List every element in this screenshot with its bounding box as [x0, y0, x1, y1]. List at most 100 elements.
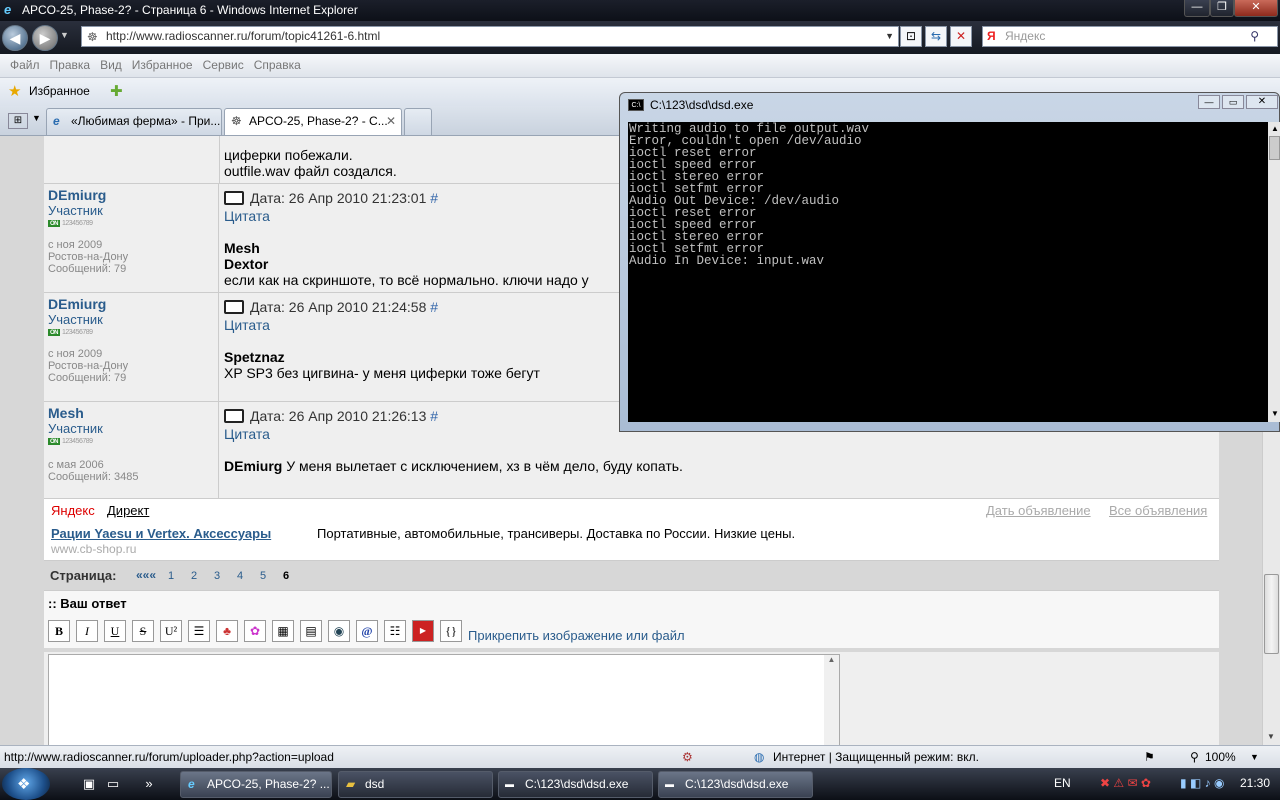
favorites-button[interactable]: Избранное [29, 84, 90, 98]
console-minimize-button[interactable]: — [1198, 95, 1220, 109]
forward-button[interactable]: ▶ [32, 25, 58, 51]
menu-view[interactable]: Вид [95, 54, 127, 77]
console-scroll-thumb[interactable] [1269, 136, 1280, 160]
globe-icon: ◍ [754, 750, 765, 764]
security-icon[interactable]: ⚑ [1144, 746, 1155, 768]
highlight-icon[interactable]: ✿ [244, 620, 266, 642]
yandex-label[interactable]: Яндекс [51, 503, 95, 518]
strike-button[interactable]: S [132, 620, 154, 642]
task-ie[interactable]: e APCO-25, Phase-2? ... [180, 771, 332, 798]
yandex-icon: Я [987, 29, 996, 43]
add-favorite-icon[interactable]: ✚ [110, 82, 123, 100]
console-scroll-down-icon[interactable]: ▼ [1271, 409, 1279, 418]
task-console-1[interactable]: ▬ C:\123\dsd\dsd.exe [498, 771, 653, 798]
search-placeholder: Яндекс [1005, 29, 1046, 43]
zoom-dropdown-icon[interactable]: ▼ [1250, 746, 1259, 768]
show-desktop-icon[interactable]: ▣ [76, 773, 102, 795]
menu-favorites[interactable]: Избранное [127, 54, 198, 77]
windows-logo-icon: ❖ [17, 776, 31, 793]
direct-link[interactable]: Директ [107, 503, 149, 518]
all-ads-link[interactable]: Все объявления [1109, 503, 1207, 518]
compat-view-icon[interactable]: ⊡ [900, 26, 922, 47]
first-page-link[interactable]: ««« [136, 568, 156, 582]
menu-tools[interactable]: Сервис [198, 54, 249, 77]
reply-textarea[interactable] [48, 654, 840, 745]
scroll-down-icon[interactable]: ▼ [1267, 732, 1275, 741]
console-scrollbar[interactable]: ▲ ▼ [1268, 122, 1280, 422]
menu-edit[interactable]: Правка [45, 54, 96, 77]
menu-help[interactable]: Справка [249, 54, 306, 77]
search-icon[interactable]: ⚲ [1250, 27, 1259, 46]
quote-link[interactable]: Цитата [224, 426, 270, 442]
align-icon[interactable]: ☰ [188, 620, 210, 642]
page-link-3[interactable]: 3 [214, 570, 220, 582]
italic-button[interactable]: I [76, 620, 98, 642]
console-close-button[interactable]: ✕ [1246, 95, 1278, 109]
scrollbar-thumb[interactable] [1264, 574, 1279, 654]
tab-list-icon[interactable]: ▼ [32, 113, 41, 123]
task-folder[interactable]: ▰ dsd [338, 771, 493, 798]
quote-link[interactable]: Цитата [224, 208, 270, 224]
username[interactable]: DEmiurg [48, 187, 106, 203]
list-icon[interactable]: ☷ [384, 620, 406, 642]
maximize-button[interactable]: ❐ [1210, 0, 1234, 17]
computer-icon [224, 409, 244, 423]
clock[interactable]: 21:30 [1240, 776, 1270, 790]
ad-link[interactable]: Рации Yaesu и Vertex. Аксессуары [51, 526, 271, 541]
underline-button[interactable]: U [104, 620, 126, 642]
protected-mode-icon[interactable]: ⚙ [682, 746, 693, 768]
user-city: Ростов-на-Дону [48, 251, 129, 263]
color-icon[interactable]: ♣ [216, 620, 238, 642]
tab-apco[interactable]: ☸ APCO-25, Phase-2? - С... ✕ [224, 108, 402, 135]
task-console-2[interactable]: ▬ C:\123\dsd\dsd.exe [658, 771, 813, 798]
zoom-level[interactable]: 100% [1205, 746, 1236, 768]
quicklaunch-more-icon[interactable]: » [136, 773, 162, 795]
textarea-scrollbar[interactable]: ▲ [824, 655, 839, 745]
list-table-icon[interactable]: ▤ [300, 620, 322, 642]
table-icon[interactable]: ▦ [272, 620, 294, 642]
quick-tabs-icon[interactable]: ⊞ [8, 113, 28, 129]
close-button[interactable]: ✕ [1234, 0, 1278, 17]
page-link-2[interactable]: 2 [191, 570, 197, 582]
refresh-icon[interactable]: ⇆ [925, 26, 947, 47]
search-input[interactable]: Я Яндекс ⚲ [982, 26, 1278, 47]
stop-icon[interactable]: ✕ [950, 26, 972, 47]
tab-close-icon[interactable]: ✕ [386, 109, 396, 134]
start-button[interactable]: ❖ [2, 768, 50, 800]
switch-windows-icon[interactable]: ▭ [100, 773, 126, 795]
page-link-4[interactable]: 4 [237, 570, 243, 582]
url-input[interactable]: ☸ http://www.radioscanner.ru/forum/topic… [81, 26, 899, 47]
quote-link[interactable]: Цитата [224, 317, 270, 333]
tray-icons-2[interactable]: ▮ ◧ ♪ ◉ [1180, 776, 1224, 790]
tray-icons[interactable]: ✖ ⚠ ✉ ✿ [1100, 776, 1151, 790]
code-icon[interactable]: {} [440, 620, 462, 642]
console-output[interactable]: Writing audio to file output.wav Error, … [628, 122, 1268, 422]
permalink[interactable]: # [430, 190, 438, 206]
minimize-button[interactable]: — [1184, 0, 1210, 17]
page-link-5[interactable]: 5 [260, 570, 266, 582]
console-title: C:\123\dsd\dsd.exe [650, 98, 754, 112]
attach-link[interactable]: Прикрепить изображение или файл [468, 628, 685, 643]
console-scroll-up-icon[interactable]: ▲ [1271, 124, 1279, 133]
bold-button[interactable]: B [48, 620, 70, 642]
page-link-1[interactable]: 1 [168, 570, 174, 582]
username[interactable]: DEmiurg [48, 296, 106, 312]
youtube-icon[interactable]: ▶ [412, 620, 434, 642]
history-dropdown-icon[interactable]: ▼ [60, 30, 69, 40]
superscript-button[interactable]: U² [160, 620, 182, 642]
back-button[interactable]: ◀ [2, 25, 28, 51]
menu-file[interactable]: Файл [5, 54, 45, 77]
console-maximize-button[interactable]: ▭ [1222, 95, 1244, 109]
permalink[interactable]: # [430, 299, 438, 315]
link-icon[interactable]: ◉ [328, 620, 350, 642]
permalink[interactable]: # [430, 408, 438, 424]
new-tab-button[interactable] [404, 108, 432, 135]
email-icon[interactable]: @ [356, 620, 378, 642]
computer-icon [224, 191, 244, 205]
ad-site[interactable]: www.cb-shop.ru [51, 542, 136, 556]
give-ad-link[interactable]: Дать объявление [986, 503, 1091, 518]
url-dropdown-icon[interactable]: ▼ [885, 27, 894, 46]
tab-farm[interactable]: e «Любимая ферма» - При... [46, 108, 222, 135]
username[interactable]: Mesh [48, 405, 84, 421]
language-indicator[interactable]: EN [1054, 776, 1071, 790]
